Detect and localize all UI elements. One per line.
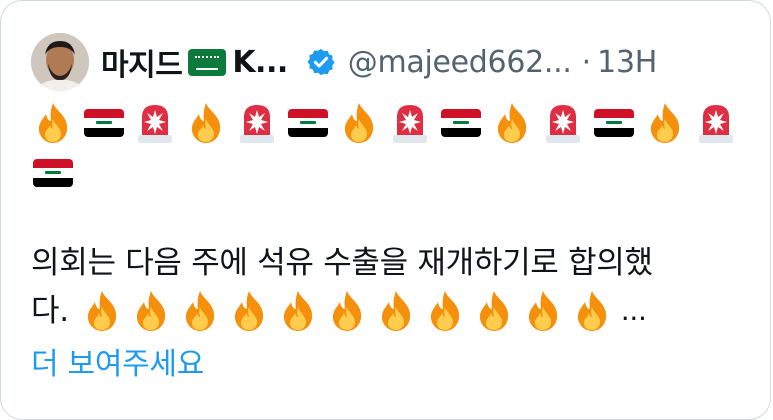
- fire-icon: [227, 289, 271, 333]
- iraq-flag-icon: [592, 101, 636, 145]
- fire-icon: [31, 101, 75, 145]
- show-more-link[interactable]: 더 보여주세요: [31, 339, 204, 383]
- fire-icon: [184, 101, 228, 145]
- fire-icon: [570, 289, 614, 333]
- verified-badge-icon: [307, 48, 335, 76]
- emoji-row-2: [31, 151, 75, 195]
- emoji-row-1: [31, 101, 738, 145]
- police-light-icon: [235, 101, 279, 145]
- iraq-flag-icon: [439, 101, 483, 145]
- tweet-header: 마지드 K... @majeed662... · 13H: [31, 31, 657, 93]
- display-name[interactable]: 마지드 K...: [101, 40, 288, 84]
- fire-icon: [325, 289, 369, 333]
- tweet-text-line-2: 다. ...: [31, 287, 751, 335]
- display-name-text: 마지드: [101, 48, 183, 83]
- tweet-text-line-1: 의회는 다음 주에 석유 수출을 재개하기로 합의했: [31, 245, 653, 281]
- display-name-suffix: K...: [232, 44, 288, 80]
- fire-icon: [374, 289, 418, 333]
- user-handle[interactable]: @majeed662...: [348, 45, 572, 80]
- iraq-flag-icon: [82, 101, 126, 145]
- fire-icon: [490, 101, 534, 145]
- iraq-flag-icon: [31, 151, 75, 195]
- police-light-icon: [133, 101, 177, 145]
- fire-icon: [643, 101, 687, 145]
- police-light-icon: [388, 101, 432, 145]
- tweet-text: 의회는 다음 주에 석유 수출을 재개하기로 합의했 다. ...: [31, 239, 751, 335]
- avatar[interactable]: [31, 33, 89, 91]
- saudi-arabia-flag-icon: [188, 48, 227, 76]
- fire-icon: [521, 289, 565, 333]
- text-ellipsis: ...: [620, 294, 647, 327]
- fire-icon: [276, 289, 320, 333]
- fire-icon: [129, 289, 173, 333]
- fire-icon: [423, 289, 467, 333]
- separator-dot: ·: [581, 44, 592, 80]
- fire-icon: [337, 101, 381, 145]
- tweet-card[interactable]: 마지드 K... @majeed662... · 13H 의회는 다음 주에 석…: [0, 0, 771, 420]
- police-light-icon: [694, 101, 738, 145]
- fire-icon: [472, 289, 516, 333]
- fire-icon: [178, 289, 222, 333]
- police-light-icon: [541, 101, 585, 145]
- iraq-flag-icon: [286, 101, 330, 145]
- fire-icon: [80, 289, 124, 333]
- tweet-text-line-2-start: 다.: [31, 293, 69, 329]
- timestamp[interactable]: 13H: [597, 45, 657, 80]
